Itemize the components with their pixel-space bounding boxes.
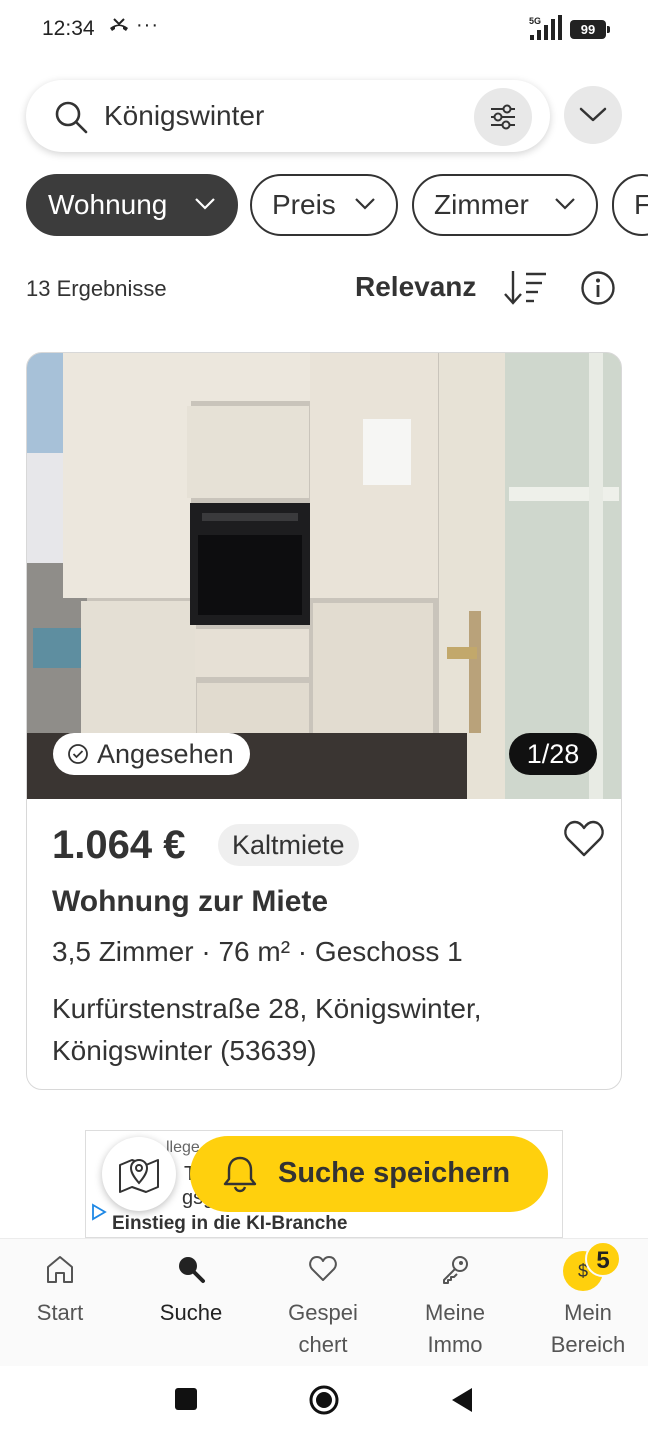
battery-icon: 99 xyxy=(570,20,610,39)
gallery-counter: 1/28 xyxy=(509,733,597,775)
nav-label: Suche xyxy=(159,1300,223,1325)
heart-icon[interactable] xyxy=(563,819,605,859)
listing-title: Wohnung zur Miete xyxy=(52,885,329,918)
listing-price: 1.064 € xyxy=(52,823,186,867)
save-search-button[interactable]: Suche speichern xyxy=(190,1136,548,1212)
seen-badge: Angesehen xyxy=(53,733,250,775)
chip-wohnung[interactable]: Wohnung xyxy=(26,174,238,236)
coin-count-badge: 5 xyxy=(585,1241,621,1277)
search-input[interactable] xyxy=(104,98,464,134)
signal-icon: 5G xyxy=(529,15,562,40)
chip-label: Zimmer xyxy=(434,189,529,220)
nav-item-gespeichert[interactable]: Gespei chert xyxy=(258,1239,388,1367)
search-icon xyxy=(179,1257,205,1283)
seen-label: Angesehen xyxy=(97,739,234,769)
network-type: 5G xyxy=(529,16,541,26)
home-button[interactable] xyxy=(308,1384,340,1416)
sort-icon[interactable] xyxy=(502,268,550,308)
heart-icon xyxy=(309,1256,337,1281)
system-navigation-bar xyxy=(0,1366,648,1440)
key-icon xyxy=(443,1256,468,1284)
ad-choices-icon[interactable] xyxy=(90,1203,108,1221)
back-button[interactable] xyxy=(450,1386,474,1414)
listing-card[interactable]: Angesehen 1/28 1.064 € Kaltmiete Wohnung… xyxy=(26,352,622,1090)
nav-item-mein-bereich[interactable]: $ 5 Mein Bereich xyxy=(523,1239,648,1367)
expand-search-button[interactable] xyxy=(564,86,622,144)
chip-label: Preis xyxy=(272,189,336,220)
map-view-button[interactable] xyxy=(102,1137,176,1211)
bell-icon xyxy=(223,1156,257,1193)
search-icon xyxy=(55,101,88,134)
missed-call-icon xyxy=(108,16,130,41)
home-icon xyxy=(47,1256,73,1283)
chip-more[interactable]: F xyxy=(612,174,648,236)
bottom-navigation: Start Suche Gespei chert Meine Immo $ 5 Me… xyxy=(0,1238,648,1366)
chevron-down-icon xyxy=(355,198,375,210)
rent-type-tag: Kaltmiete xyxy=(218,824,359,866)
status-time: 12:34 xyxy=(42,17,95,40)
nav-item-meine-immo[interactable]: Meine Immo xyxy=(390,1239,520,1367)
listing-address: Kurfürstenstraße 28, Königswinter, König… xyxy=(52,993,482,1066)
recents-button[interactable] xyxy=(175,1388,197,1410)
sort-button[interactable]: Relevanz xyxy=(355,271,476,303)
chip-preis[interactable]: Preis xyxy=(250,174,398,236)
check-circle-icon xyxy=(68,744,88,764)
chevron-down-icon xyxy=(579,107,607,122)
map-icon xyxy=(119,1158,159,1193)
info-icon[interactable] xyxy=(580,270,616,306)
save-search-label: Suche speichern xyxy=(278,1157,511,1189)
nav-item-start[interactable]: Start xyxy=(0,1239,125,1367)
results-count: 13 Ergebnisse xyxy=(26,276,167,301)
nav-label: Meine Immo xyxy=(425,1300,485,1357)
nav-label: Start xyxy=(36,1300,84,1325)
chevron-down-icon xyxy=(195,198,215,210)
chip-label: F xyxy=(634,189,648,220)
chip-label: Wohnung xyxy=(48,189,168,220)
filter-settings-button[interactable] xyxy=(474,88,532,146)
chevron-down-icon xyxy=(555,198,575,210)
nav-label: Mein Bereich xyxy=(550,1300,626,1357)
more-notifications: ··· xyxy=(136,14,159,36)
status-bar: 12:34 ··· 5G 99 xyxy=(0,0,648,60)
nav-label: Gespei chert xyxy=(288,1300,358,1357)
sliders-icon xyxy=(491,104,515,130)
search-bar[interactable] xyxy=(26,80,550,152)
chip-zimmer[interactable]: Zimmer xyxy=(412,174,598,236)
nav-item-suche[interactable]: Suche xyxy=(126,1239,256,1367)
ad-text: Einstieg in die KI-Branche xyxy=(112,1213,348,1234)
listing-details: 3,5 Zimmer · 76 m² · Geschoss 1 xyxy=(52,936,463,967)
